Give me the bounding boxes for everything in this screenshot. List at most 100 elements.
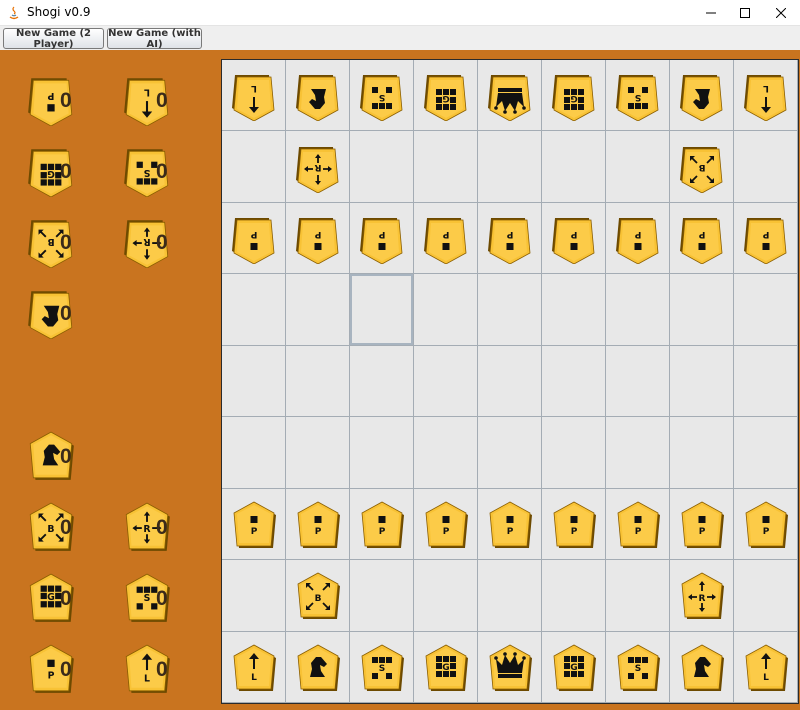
board-cell[interactable] — [478, 417, 542, 489]
gote-lance-piece[interactable]: L — [742, 69, 790, 122]
board-cell[interactable] — [286, 274, 350, 346]
top-hand-bishop[interactable]: B0 — [4, 204, 104, 272]
sente-pawn-piece[interactable]: P — [294, 498, 342, 550]
gote-pawn-piece[interactable]: P — [742, 212, 790, 265]
board-cell[interactable] — [414, 274, 478, 346]
gote-silver-general-piece[interactable]: S — [614, 69, 662, 122]
board-cell[interactable]: R — [670, 560, 734, 632]
sente-king-piece[interactable] — [486, 641, 534, 693]
board-cell[interactable] — [478, 274, 542, 346]
bottom-hand-gold-general[interactable]: G0 — [4, 560, 104, 628]
board-cell[interactable] — [286, 631, 350, 703]
gote-bishop-piece[interactable]: B — [678, 141, 726, 194]
board-cell[interactable] — [414, 345, 478, 418]
board-cell[interactable] — [350, 560, 414, 632]
board-cell[interactable] — [222, 417, 286, 489]
top-hand-knight[interactable]: 0 — [4, 275, 104, 343]
sente-knight-piece[interactable] — [294, 641, 342, 693]
board-cell[interactable] — [670, 417, 734, 489]
sente-pawn-piece[interactable]: P — [614, 498, 662, 550]
board-cell[interactable] — [286, 417, 350, 489]
board-cell[interactable] — [478, 560, 542, 632]
bottom-hand-pawn[interactable]: P0 — [4, 631, 104, 699]
board-cell[interactable]: P — [478, 202, 542, 275]
gote-pawn-piece[interactable]: P — [294, 212, 342, 265]
board-cell[interactable] — [286, 345, 350, 418]
top-hand-rook[interactable]: R0 — [100, 204, 200, 272]
board-cell[interactable] — [606, 560, 670, 632]
board-cell[interactable] — [670, 345, 734, 418]
gote-pawn-piece[interactable]: P — [486, 212, 534, 265]
board-cell[interactable]: P — [606, 488, 670, 561]
sente-knight-piece[interactable] — [678, 641, 726, 693]
gote-pawn-piece[interactable]: P — [614, 212, 662, 265]
close-button[interactable] — [763, 0, 799, 26]
board-cell[interactable]: L — [734, 60, 798, 132]
board-cell[interactable] — [222, 131, 286, 203]
board-cell[interactable]: S — [606, 60, 670, 132]
board-cell[interactable]: S — [350, 631, 414, 703]
board-cell[interactable]: L — [222, 631, 286, 703]
board-cell[interactable] — [670, 274, 734, 346]
board-cell[interactable] — [478, 345, 542, 418]
gote-king-piece[interactable] — [486, 69, 534, 122]
gote-pawn-piece[interactable]: P — [230, 212, 278, 265]
board-cell[interactable]: P — [606, 202, 670, 275]
board-cell[interactable]: P — [286, 202, 350, 275]
bottom-hand-lance[interactable]: L0 — [100, 631, 200, 699]
board-cell[interactable] — [350, 345, 414, 418]
bottom-hand-silver-general[interactable]: S0 — [100, 560, 200, 628]
bottom-hand-bishop[interactable]: B0 — [4, 489, 104, 557]
board-cell[interactable]: B — [286, 560, 350, 632]
board-cell[interactable] — [350, 417, 414, 489]
sente-pawn-piece[interactable]: P — [358, 498, 406, 550]
sente-pawn-piece[interactable]: P — [742, 498, 790, 550]
gote-pawn-piece[interactable]: P — [550, 212, 598, 265]
board-cell[interactable]: G — [542, 60, 606, 132]
sente-pawn-piece[interactable]: P — [230, 498, 278, 550]
board-cell[interactable] — [542, 345, 606, 418]
board-cell[interactable] — [222, 345, 286, 418]
sente-bishop-piece[interactable]: B — [294, 569, 342, 621]
sente-pawn-piece[interactable]: P — [422, 498, 470, 550]
board-cell[interactable] — [670, 60, 734, 132]
board-cell[interactable]: P — [542, 488, 606, 561]
board-cell[interactable]: S — [350, 60, 414, 132]
board-cell[interactable] — [670, 631, 734, 703]
gote-pawn-piece[interactable]: P — [358, 212, 406, 265]
gote-rook-piece[interactable]: R — [294, 141, 342, 194]
bottom-hand-rook[interactable]: R0 — [100, 489, 200, 557]
board-cell[interactable]: G — [414, 60, 478, 132]
top-hand-gold-general[interactable]: G0 — [4, 133, 104, 201]
board-cell[interactable]: B — [670, 131, 734, 203]
board-cell[interactable]: P — [222, 202, 286, 275]
gote-silver-general-piece[interactable]: S — [358, 69, 406, 122]
board-cell[interactable]: P — [350, 488, 414, 561]
board-cell[interactable] — [478, 631, 542, 703]
board-cell[interactable] — [414, 560, 478, 632]
board-cell[interactable] — [542, 131, 606, 203]
board-cell[interactable]: R — [286, 131, 350, 203]
top-hand-silver-general[interactable]: S0 — [100, 133, 200, 201]
board-cell[interactable]: P — [222, 488, 286, 561]
sente-pawn-piece[interactable]: P — [678, 498, 726, 550]
board-cell[interactable] — [734, 131, 798, 203]
sente-lance-piece[interactable]: L — [230, 641, 278, 693]
board-cell[interactable]: P — [286, 488, 350, 561]
sente-gold-general-piece[interactable]: G — [422, 641, 470, 693]
gote-gold-general-piece[interactable]: G — [550, 69, 598, 122]
board-cell[interactable] — [606, 131, 670, 203]
new-game-2-player-button[interactable]: New Game (2 Player) — [3, 28, 104, 50]
board-cell[interactable] — [414, 131, 478, 203]
sente-silver-general-piece[interactable]: S — [614, 641, 662, 693]
board-cell[interactable]: P — [734, 488, 798, 561]
top-hand-pawn[interactable]: P0 — [4, 62, 104, 130]
board-cell[interactable]: P — [542, 202, 606, 275]
board-cell[interactable] — [734, 560, 798, 632]
new-game-with-ai-button[interactable]: New Game (with AI) — [107, 28, 202, 50]
gote-pawn-piece[interactable]: P — [422, 212, 470, 265]
board-cell[interactable]: P — [478, 488, 542, 561]
board-cell[interactable] — [606, 345, 670, 418]
board-cell[interactable]: P — [414, 202, 478, 275]
gote-knight-piece[interactable] — [294, 69, 342, 122]
